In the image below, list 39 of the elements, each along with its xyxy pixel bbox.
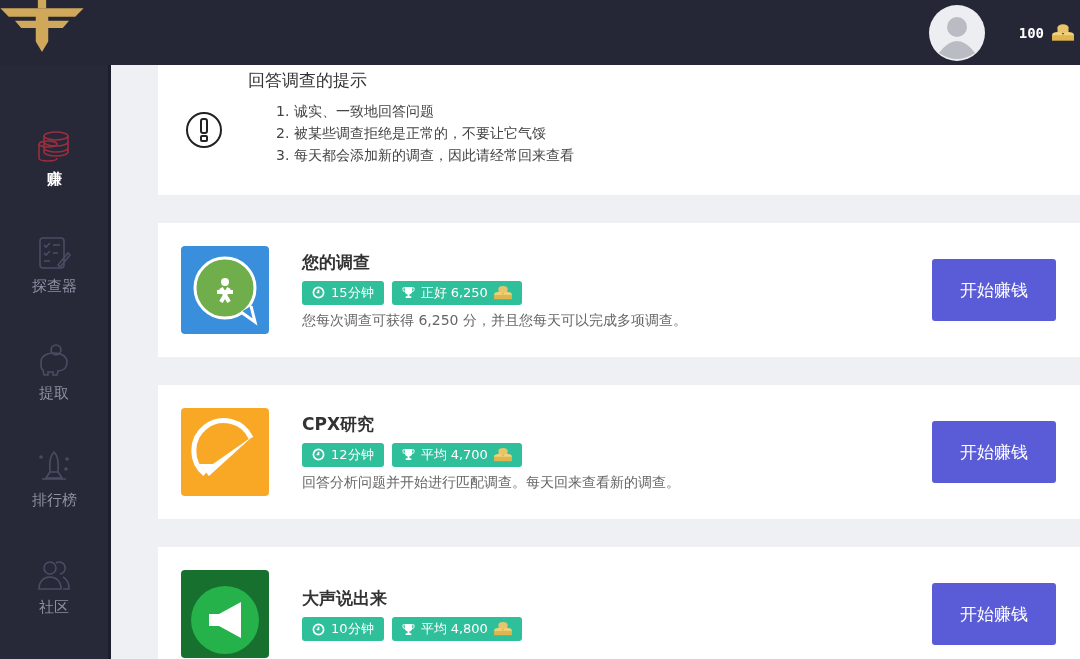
sidebar-item[interactable]: 赚 xyxy=(0,120,108,227)
sidebar-item[interactable]: 排行榜 xyxy=(0,441,108,548)
clock-icon xyxy=(312,286,325,299)
tip-text: 3. 每天都会添加新的调查，因此请经常回来查看 xyxy=(276,146,574,165)
tip-text: 1. 诚实、一致地回答问题 xyxy=(276,102,435,121)
coins-icon xyxy=(493,446,512,463)
survey-description: 回答分析问题并开始进行匹配调查。每天回来查看新的调查。 xyxy=(302,473,681,492)
sidebar-item[interactable]: 提取 xyxy=(0,334,108,441)
reward-badge: 平均 4,800 xyxy=(391,617,522,641)
coins-icon xyxy=(493,284,512,301)
duration-badge: 15分钟 xyxy=(302,280,384,305)
trophy-icon xyxy=(401,622,415,636)
coins-icon xyxy=(1052,22,1074,43)
survey-title: 您的调查 xyxy=(302,250,371,274)
coins-icon xyxy=(36,128,72,164)
sidebar-item[interactable]: 探查器 xyxy=(0,227,108,334)
checklist-icon xyxy=(36,235,72,271)
coin-balance: 100 xyxy=(1018,24,1044,41)
clock-icon xyxy=(312,622,325,636)
avatar-icon[interactable] xyxy=(928,4,985,61)
survey-description: 您每次调查可获得 6,250 分，并且您每天可以完成多项调查。 xyxy=(302,311,688,330)
sidebar-item[interactable]: 社区 xyxy=(0,548,108,655)
start-earning-button[interactable]: 开始赚钱 xyxy=(932,259,1056,321)
duration-badge: 10分钟 xyxy=(302,617,384,641)
coins-icon xyxy=(493,621,512,637)
duration-badge: 12分钟 xyxy=(302,442,384,467)
trophy-icon xyxy=(401,448,415,461)
exclamation-icon xyxy=(184,110,224,150)
start-earning-button[interactable]: 开始赚钱 xyxy=(932,583,1056,645)
survey-title: 大声说出来 xyxy=(302,587,388,610)
tip-text: 2. 被某些调查拒绝是正常的，不要让它气馁 xyxy=(276,124,547,143)
logo-icon xyxy=(0,0,84,52)
tips-title: 回答调查的提示 xyxy=(248,69,368,92)
trophy-icon xyxy=(401,286,415,299)
survey-title: CPX研究 xyxy=(302,412,376,436)
clock-icon xyxy=(312,448,325,461)
reward-badge: 平均 4,700 xyxy=(391,442,522,467)
start-earning-button[interactable]: 开始赚钱 xyxy=(932,421,1056,483)
reward-badge: 正好 6,250 xyxy=(391,280,522,305)
